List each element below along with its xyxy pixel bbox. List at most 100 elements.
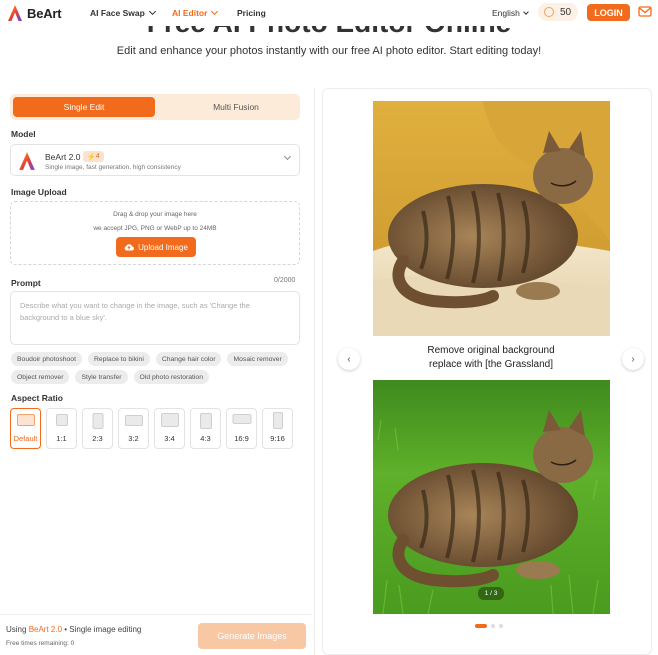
chevron-down-icon [211,7,219,16]
nav-ai-face-swap[interactable]: AI Face Swap [90,7,156,18]
credits-badge[interactable]: 50 [538,3,578,21]
generate-images-button[interactable]: Generate Images [198,623,306,649]
using-model-info: Using BeArt 2.0 • Single image editing [6,625,141,634]
slide-dots [475,624,503,628]
ratio-shape [232,414,251,424]
suggestion-chip[interactable]: Object remover [11,370,70,384]
ratio-16-9[interactable]: 16:9 [226,408,257,449]
ratio-shape [124,415,143,426]
model-cost: 4 [95,153,100,160]
using-model-name[interactable]: BeArt 2.0 [29,625,62,634]
panel-divider [314,88,315,655]
model-label: Model [11,129,36,139]
editor-panel: Single Edit Multi Fusion Model BeArt 2.0… [0,88,312,655]
suggestion-chip[interactable]: Old photo restoration [133,370,209,384]
upload-button-label: Upload Image [138,242,188,252]
ratio-label: 4:3 [200,434,211,443]
upload-formats: we accept JPG, PNG or WebP up to 24MB [93,225,217,232]
preview-panel: Remove original background replace with … [322,88,652,655]
language-label: English [492,8,520,18]
tab-multi-fusion[interactable]: Multi Fusion [165,97,307,117]
ratio-shape [160,413,179,427]
preview-caption: Remove original background replace with … [363,344,619,372]
slide-dot[interactable] [475,624,487,628]
ratio-label: 3:2 [128,434,139,443]
footer-divider [0,614,312,615]
model-cost-badge: ⚡ 4 [83,151,104,162]
upload-image-button[interactable]: Upload Image [116,237,196,257]
ratio-3-4[interactable]: 3:4 [154,408,185,449]
prompt-label: Prompt [11,278,41,288]
ratio-label: 3:4 [164,434,175,443]
slide-counter: 1 / 3 [478,587,504,600]
prev-slide-button[interactable]: ‹ [338,348,360,370]
ratio-shape [16,414,35,426]
nav-pricing[interactable]: Pricing [237,8,266,18]
ratio-label: Default [13,434,38,443]
prompt-input[interactable]: Describe what you want to change in the … [10,291,300,345]
using-prefix: Using [6,625,29,634]
tab-single-edit[interactable]: Single Edit [13,97,155,117]
beart-logo-icon [8,5,22,21]
mode-tabs: Single Edit Multi Fusion [10,94,300,120]
ratio-shape [272,412,283,429]
chevron-right-icon: › [631,353,635,365]
cat-on-grass-image [373,380,610,614]
slide-dot[interactable] [499,624,503,628]
chevron-down-icon [283,152,292,161]
credits-count: 50 [560,6,572,18]
chevron-down-icon [148,7,156,16]
after-image [373,380,610,614]
ratio-3-2[interactable]: 3:2 [118,408,149,449]
nav-ai-editor[interactable]: AI Editor [172,7,219,18]
brand-name: BeArt [27,5,62,21]
top-nav: BeArt AI Face Swap AI Editor Pricing Eng… [0,0,658,26]
prompt-suggestions: Boudoir photoshoot Replace to bikini Cha… [11,352,303,384]
using-suffix: • Single image editing [62,625,142,634]
ratio-label: 1:1 [56,434,67,443]
ratio-2-3[interactable]: 2:3 [82,408,113,449]
model-selector[interactable]: BeArt 2.0 ⚡ 4 Single image, fast generati… [10,144,300,176]
mail-icon[interactable] [638,5,652,18]
hero-subtitle: Edit and enhance your photos instantly w… [116,45,542,57]
aspect-ratio-label: Aspect Ratio [11,393,63,403]
suggestion-chip[interactable]: Style transfer [75,370,128,384]
ratio-shape [92,413,103,429]
upload-dropzone[interactable]: Drag & drop your image here we accept JP… [10,201,300,265]
chevron-down-icon [523,8,529,15]
ratio-label: 9:16 [270,434,285,443]
ratio-shape [199,413,212,429]
upload-label: Image Upload [11,187,67,197]
ratio-1-1[interactable]: 1:1 [46,408,77,449]
caption-line-1: Remove original background [427,345,555,356]
ratio-default[interactable]: Default [10,408,41,449]
coin-icon [544,7,554,17]
before-image [373,101,610,336]
upload-hint: Drag & drop your image here [113,211,197,218]
brand-logo[interactable]: BeArt [7,4,62,22]
nav-label: Pricing [237,8,266,18]
ratio-9-16[interactable]: 9:16 [262,408,293,449]
suggestion-chip[interactable]: Change hair color [155,352,222,366]
model-logo-icon [19,152,35,170]
nav-label: AI Editor [172,8,208,18]
ratio-shape [55,414,68,426]
next-slide-button[interactable]: › [622,348,644,370]
suggestion-chip[interactable]: Mosaic remover [227,352,288,366]
suggestion-chip[interactable]: Replace to bikini [87,352,150,366]
slide-dot[interactable] [491,624,495,628]
cat-on-sofa-image [373,101,610,336]
suggestion-chip[interactable]: Boudoir photoshoot [11,352,82,366]
model-description: Single image, fast generation, high cons… [45,164,181,171]
nav-label: AI Face Swap [90,8,145,18]
free-times-remaining: Free times remaining: 0 [6,640,75,647]
language-selector[interactable]: English [492,8,529,18]
caption-line-2: replace with [the Grassland] [429,359,553,370]
chevron-left-icon: ‹ [347,353,351,365]
ratio-label: 16:9 [234,434,249,443]
ratio-4-3[interactable]: 4:3 [190,408,221,449]
aspect-ratio-options: Default 1:1 2:3 3:2 3:4 4:3 16:9 9:16 [10,408,293,449]
login-button[interactable]: LOGIN [587,4,630,21]
ratio-label: 2:3 [92,434,103,443]
cloud-upload-icon [124,244,134,251]
